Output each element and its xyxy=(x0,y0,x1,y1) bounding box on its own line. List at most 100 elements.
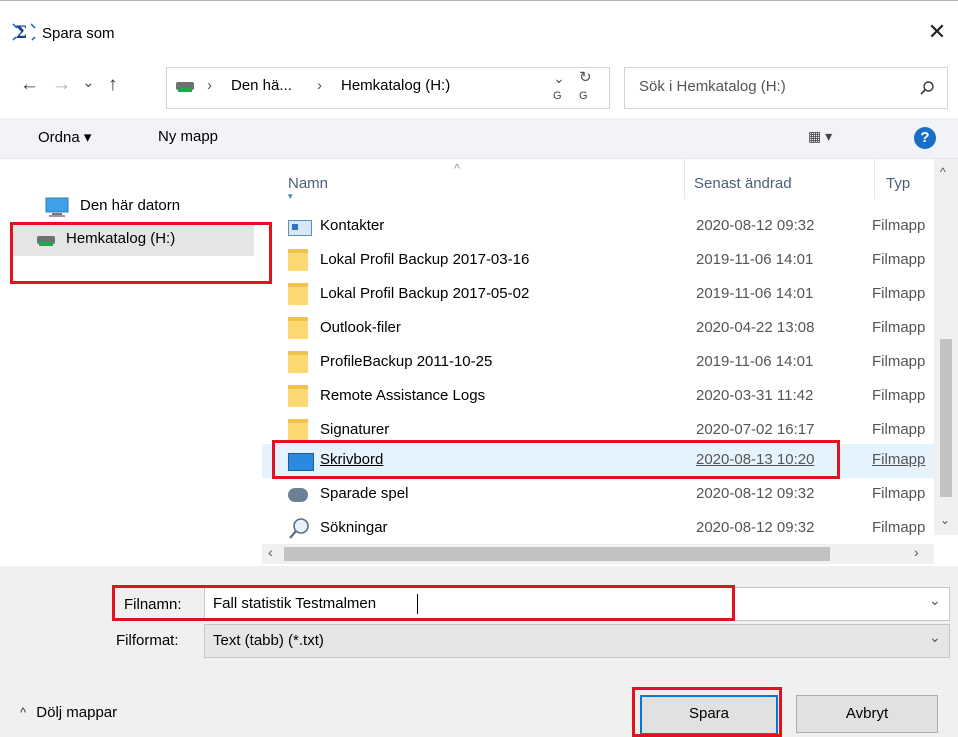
address-bar[interactable]: › Den hä... › Hemkatalog (H:) ⌄ G ↻ G xyxy=(166,67,610,109)
format-select[interactable]: Text (tabb) (*.txt) ⌄ xyxy=(204,624,950,658)
format-dropdown-icon[interactable]: ⌄ xyxy=(929,629,941,646)
nav-item-label: Den här datorn xyxy=(80,197,181,214)
drive-icon xyxy=(175,78,195,94)
sort-ascending-icon: ^ xyxy=(454,161,461,176)
file-row[interactable]: Lokal Profil Backup 2017-05-02 2019-11-0… xyxy=(262,278,936,312)
search-folder-icon xyxy=(289,518,309,539)
view-options-icon[interactable]: ▦ ▾ xyxy=(808,128,832,145)
file-type: Filmapp xyxy=(872,353,926,370)
new-folder-button[interactable]: Ny mapp xyxy=(158,128,218,145)
file-date: 2020-08-12 09:32 xyxy=(696,485,815,502)
navigation-pane: Den här datorn Hemkatalog (H:) xyxy=(0,159,263,564)
file-name: Outlook-filer xyxy=(320,319,401,336)
computer-icon xyxy=(45,197,69,217)
scroll-right-icon[interactable]: › xyxy=(914,544,919,560)
file-name: Lokal Profil Backup 2017-05-02 xyxy=(320,285,530,302)
file-row[interactable]: ProfileBackup 2011-10-25 2019-11-06 14:0… xyxy=(262,346,936,380)
folder-icon xyxy=(288,249,308,271)
column-header-label: Typ xyxy=(886,175,911,192)
folder-icon xyxy=(288,317,308,339)
column-header-type[interactable]: Typ xyxy=(886,175,936,205)
file-row[interactable]: Lokal Profil Backup 2017-03-16 2019-11-0… xyxy=(262,244,936,278)
filename-dropdown-icon[interactable]: ⌄ xyxy=(929,592,941,609)
file-date: 2020-08-12 09:32 xyxy=(696,519,815,536)
search-icon[interactable] xyxy=(919,80,935,96)
file-type: Filmapp xyxy=(872,285,926,302)
file-row[interactable]: Remote Assistance Logs 2020-03-31 11:42 … xyxy=(262,380,936,414)
file-date: 2020-04-22 13:08 xyxy=(696,319,815,336)
organize-menu[interactable]: Ordna ▾ xyxy=(38,128,91,146)
contacts-icon xyxy=(288,220,312,236)
scroll-up-icon[interactable]: ^ xyxy=(940,165,946,179)
breadcrumb-separator: › xyxy=(317,77,322,94)
folder-icon xyxy=(288,283,308,305)
file-type: Filmapp xyxy=(872,421,926,438)
file-date: 2020-03-31 11:42 xyxy=(696,387,814,404)
title-bar: Σ Spara som ✕ xyxy=(0,0,958,44)
file-date: 2019-11-06 14:01 xyxy=(696,353,814,370)
format-label: Filformat: xyxy=(116,632,179,649)
command-bar: Ordna ▾ Ny mapp ▦ ▾ ? xyxy=(0,118,958,159)
file-name: Sparade spel xyxy=(320,485,409,502)
column-header-modified[interactable]: Senast ändrad xyxy=(694,175,864,205)
file-row[interactable]: Outlook-filer 2020-04-22 13:08 Filmapp xyxy=(262,312,936,346)
folder-icon xyxy=(288,419,308,441)
help-icon[interactable]: ? xyxy=(914,127,936,149)
refresh-icon[interactable]: ↻ xyxy=(579,68,592,86)
window-title: Spara som xyxy=(42,25,115,42)
column-header-label: Senast ändrad xyxy=(694,175,792,192)
app-icon: Σ xyxy=(12,23,36,43)
back-icon[interactable]: ← xyxy=(20,74,39,96)
file-date: 2019-11-06 14:01 xyxy=(696,251,814,268)
breadcrumb-home-drive[interactable]: Hemkatalog (H:) xyxy=(341,77,450,94)
column-header-name[interactable]: Namn ^ ▾ xyxy=(288,161,688,205)
refresh-fragment: G xyxy=(553,90,562,102)
file-type: Filmapp xyxy=(872,319,926,336)
search-box[interactable]: Sök i Hemkatalog (H:) xyxy=(624,67,948,109)
up-icon[interactable]: ↑ xyxy=(108,74,118,96)
file-type: Filmapp xyxy=(872,251,926,268)
file-row[interactable]: Kontakter 2020-08-12 09:32 Filmapp xyxy=(262,210,936,244)
forward-icon[interactable]: → xyxy=(52,74,71,96)
highlight-box xyxy=(272,440,840,479)
nav-item-this-pc[interactable]: Den här datorn xyxy=(40,193,268,221)
file-name: ProfileBackup 2011-10-25 xyxy=(320,353,493,370)
hide-folders-toggle[interactable]: ^ Dölj mappar xyxy=(20,704,117,721)
address-dropdown-icon[interactable]: ⌄ xyxy=(553,70,565,87)
column-header-label: Namn xyxy=(288,175,329,192)
file-type: Filmapp xyxy=(872,451,926,468)
file-date: 2019-11-06 14:01 xyxy=(696,285,814,302)
horizontal-scrollbar[interactable]: ‹ › xyxy=(262,544,934,564)
scroll-thumb[interactable] xyxy=(940,339,952,497)
file-name: Sökningar xyxy=(320,519,388,536)
search-input[interactable]: Sök i Hemkatalog (H:) xyxy=(639,78,786,95)
refresh-fragment: G xyxy=(579,90,588,102)
file-name: Remote Assistance Logs xyxy=(320,387,486,404)
file-row[interactable]: Sparade spel 2020-08-12 09:32 Filmapp xyxy=(262,478,936,512)
file-type: Filmapp xyxy=(872,485,926,502)
format-value: Text (tabb) (*.txt) xyxy=(213,632,324,649)
file-list: Namn ^ ▾ Senast ändrad Typ Kontakter 202… xyxy=(262,159,958,564)
folder-icon xyxy=(288,351,308,373)
file-name: Signaturer xyxy=(320,421,390,438)
close-icon[interactable]: ✕ xyxy=(922,17,952,47)
scroll-down-icon[interactable]: ⌄ xyxy=(940,513,950,527)
file-type: Filmapp xyxy=(872,217,926,234)
hide-folders-label: Dölj mappar xyxy=(36,704,118,721)
svg-text:Σ: Σ xyxy=(15,23,27,43)
cancel-button[interactable]: Avbryt xyxy=(796,695,938,733)
file-type: Filmapp xyxy=(872,387,926,404)
recent-locations-icon[interactable]: ⌄ xyxy=(82,72,95,94)
folder-icon xyxy=(288,385,308,407)
file-date: 2020-07-02 16:17 xyxy=(696,421,815,438)
saved-games-icon xyxy=(288,488,308,502)
breadcrumb-this-pc[interactable]: Den hä... xyxy=(231,77,292,94)
file-date: 2020-08-12 09:32 xyxy=(696,217,815,234)
vertical-scrollbar[interactable]: ^ ⌄ xyxy=(934,159,958,535)
breadcrumb-separator: › xyxy=(207,77,212,94)
chevron-up-icon: ^ xyxy=(20,705,27,720)
file-row[interactable]: Sökningar 2020-08-12 09:32 Filmapp xyxy=(262,512,936,546)
scroll-left-icon[interactable]: ‹ xyxy=(268,544,273,560)
hscroll-thumb[interactable] xyxy=(284,547,830,561)
sort-indicator-icon: ▾ xyxy=(288,191,293,201)
